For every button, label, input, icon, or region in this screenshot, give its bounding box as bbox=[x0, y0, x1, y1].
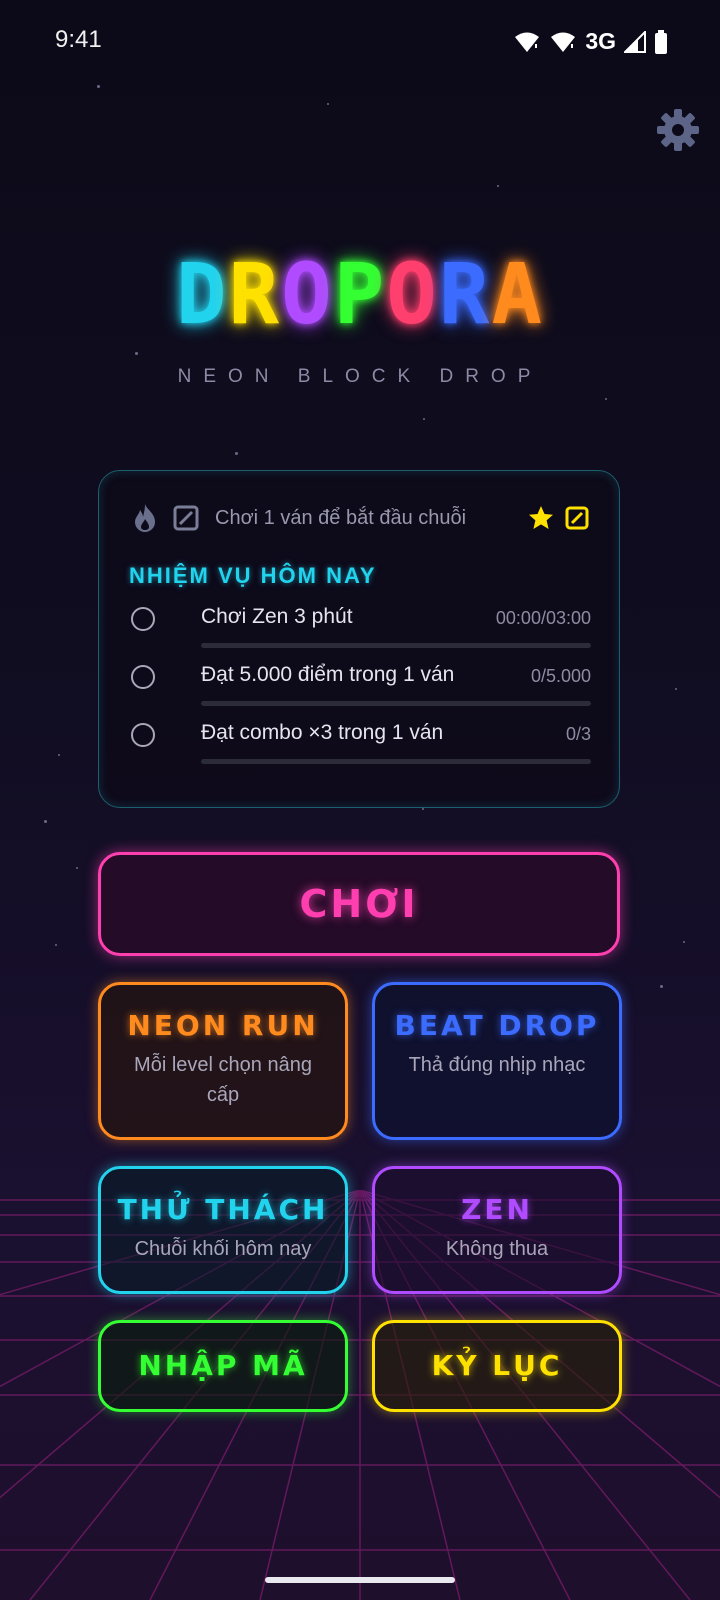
beat-drop-subtitle: Thả đúng nhịp nhạc bbox=[408, 1054, 586, 1076]
challenge-button[interactable]: THỬ THÁCH Chuỗi khối hôm nay bbox=[98, 1166, 348, 1294]
play-button-label: CHƠI bbox=[299, 882, 419, 926]
app-logo: DROPORA bbox=[0, 252, 720, 336]
zen-subtitle: Không thua bbox=[445, 1238, 549, 1260]
status-icons: 3G bbox=[513, 28, 668, 55]
quest-progress: 00:00/03:00 bbox=[495, 608, 591, 628]
streak-freeze-icon bbox=[173, 505, 199, 531]
challenge-subtitle: Chuỗi khối hôm nay bbox=[134, 1238, 312, 1260]
beat-drop-button[interactable]: BEAT DROP Thả đúng nhịp nhạc bbox=[372, 982, 622, 1140]
status-bar: 9:41 3G bbox=[0, 0, 720, 84]
quest-checkbox bbox=[131, 665, 155, 689]
logo-letter: O bbox=[281, 245, 334, 343]
zen-button[interactable]: ZEN Không thua bbox=[372, 1166, 622, 1294]
quest-label: Đạt 5.000 điểm trong 1 ván bbox=[201, 663, 455, 686]
network-type-label: 3G bbox=[585, 28, 616, 54]
freeze-token-icon bbox=[565, 506, 589, 530]
quest-checkbox bbox=[131, 607, 155, 631]
flame-icon bbox=[135, 504, 155, 532]
wifi-icon bbox=[515, 32, 540, 52]
neon-run-subtitle: Mỗi level chọn nâng cấp bbox=[134, 1054, 312, 1106]
app-tagline: NEON BLOCK DROP bbox=[177, 366, 543, 387]
quest-progress-bar bbox=[201, 643, 591, 648]
settings-gear-icon[interactable] bbox=[656, 108, 700, 152]
wifi-icon bbox=[551, 32, 576, 52]
streak-status-text: Chơi 1 ván để bắt đầu chuỗi bbox=[215, 506, 467, 529]
home-indicator[interactable] bbox=[265, 1577, 455, 1583]
enter-code-label: NHẬP MÃ bbox=[138, 1349, 308, 1382]
beat-drop-title: BEAT DROP bbox=[394, 1009, 600, 1042]
quest-item: Đạt 5.000 điểm trong 1 ván 0/5.000 bbox=[129, 659, 591, 719]
logo-letter: O bbox=[386, 245, 439, 343]
daily-quests-title: NHIỆM VỤ HÔM NAY bbox=[129, 563, 377, 588]
quest-progress-bar bbox=[201, 759, 591, 764]
quest-label: Đạt combo ×3 trong 1 ván bbox=[201, 721, 444, 744]
daily-quests-card: Chơi 1 ván để bắt đầu chuỗi NHIỆM VỤ HÔM… bbox=[98, 470, 620, 808]
logo-letter: D bbox=[175, 245, 229, 343]
zen-title: ZEN bbox=[461, 1193, 533, 1226]
streak-row: Chơi 1 ván để bắt đầu chuỗi bbox=[131, 501, 589, 535]
star-icon bbox=[529, 506, 553, 529]
logo-letter: R bbox=[228, 245, 282, 343]
quest-item: Đạt combo ×3 trong 1 ván 0/3 bbox=[129, 717, 591, 777]
neon-run-title: NEON RUN bbox=[127, 1009, 319, 1042]
neon-run-button[interactable]: NEON RUN Mỗi level chọn nâng cấp bbox=[98, 982, 348, 1140]
quest-progress: 0/5.000 bbox=[530, 666, 591, 686]
quest-label: Chơi Zen 3 phút bbox=[201, 605, 353, 628]
logo-letter: A bbox=[491, 245, 545, 343]
battery-icon bbox=[655, 29, 667, 54]
logo-letter: R bbox=[438, 245, 492, 343]
play-button[interactable]: CHƠI bbox=[98, 852, 620, 956]
logo-letter: P bbox=[333, 245, 387, 343]
quest-progress: 0/3 bbox=[565, 724, 591, 744]
enter-code-button[interactable]: NHẬP MÃ bbox=[98, 1320, 348, 1412]
records-label: KỶ LỤC bbox=[431, 1349, 563, 1382]
signal-icon bbox=[624, 30, 646, 53]
quest-progress-bar bbox=[201, 701, 591, 706]
challenge-title: THỬ THÁCH bbox=[117, 1193, 329, 1226]
records-button[interactable]: KỶ LỤC bbox=[372, 1320, 622, 1412]
quest-checkbox bbox=[131, 723, 155, 747]
status-time: 9:41 bbox=[55, 26, 102, 53]
quest-item: Chơi Zen 3 phút 00:00/03:00 bbox=[129, 601, 591, 661]
